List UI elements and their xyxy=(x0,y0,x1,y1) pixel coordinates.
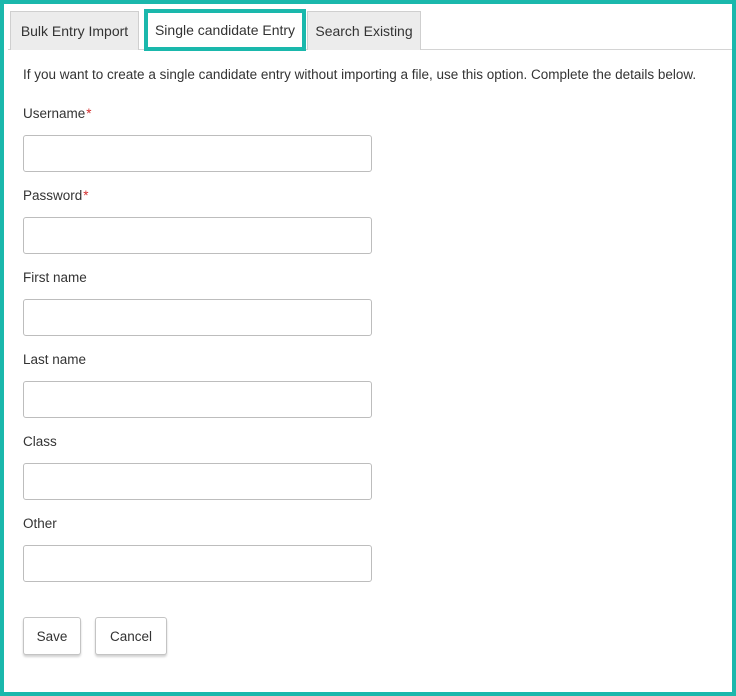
class-label: Class xyxy=(23,434,57,449)
password-input[interactable] xyxy=(23,217,372,254)
other-label: Other xyxy=(23,516,57,531)
tab-label: Single candidate Entry xyxy=(154,22,296,38)
last-name-label: Last name xyxy=(23,352,87,367)
username-label: Username* xyxy=(23,106,92,121)
tab-bulk-entry-import[interactable]: Bulk Entry Import xyxy=(10,11,139,50)
tab-label: Bulk Entry Import xyxy=(20,23,129,39)
tab-label: Search Existing xyxy=(315,23,413,39)
class-input[interactable] xyxy=(23,463,372,500)
panel-frame: Bulk Entry Import Single candidate Entry… xyxy=(0,0,736,696)
first-name-label: First name xyxy=(23,270,87,285)
tab-single-candidate-entry[interactable]: Single candidate Entry xyxy=(144,9,306,51)
required-marker: * xyxy=(83,188,89,203)
last-name-input[interactable] xyxy=(23,381,372,418)
first-name-input[interactable] xyxy=(23,299,372,336)
required-marker: * xyxy=(86,106,92,121)
save-button[interactable]: Save xyxy=(23,617,81,655)
tab-bar: Bulk Entry Import Single candidate Entry… xyxy=(8,8,732,51)
tab-search-existing[interactable]: Search Existing xyxy=(307,11,421,50)
intro-text: If you want to create a single candidate… xyxy=(23,67,697,82)
cancel-button[interactable]: Cancel xyxy=(95,617,167,655)
username-input[interactable] xyxy=(23,135,372,172)
password-label: Password* xyxy=(23,188,89,203)
other-input[interactable] xyxy=(23,545,372,582)
